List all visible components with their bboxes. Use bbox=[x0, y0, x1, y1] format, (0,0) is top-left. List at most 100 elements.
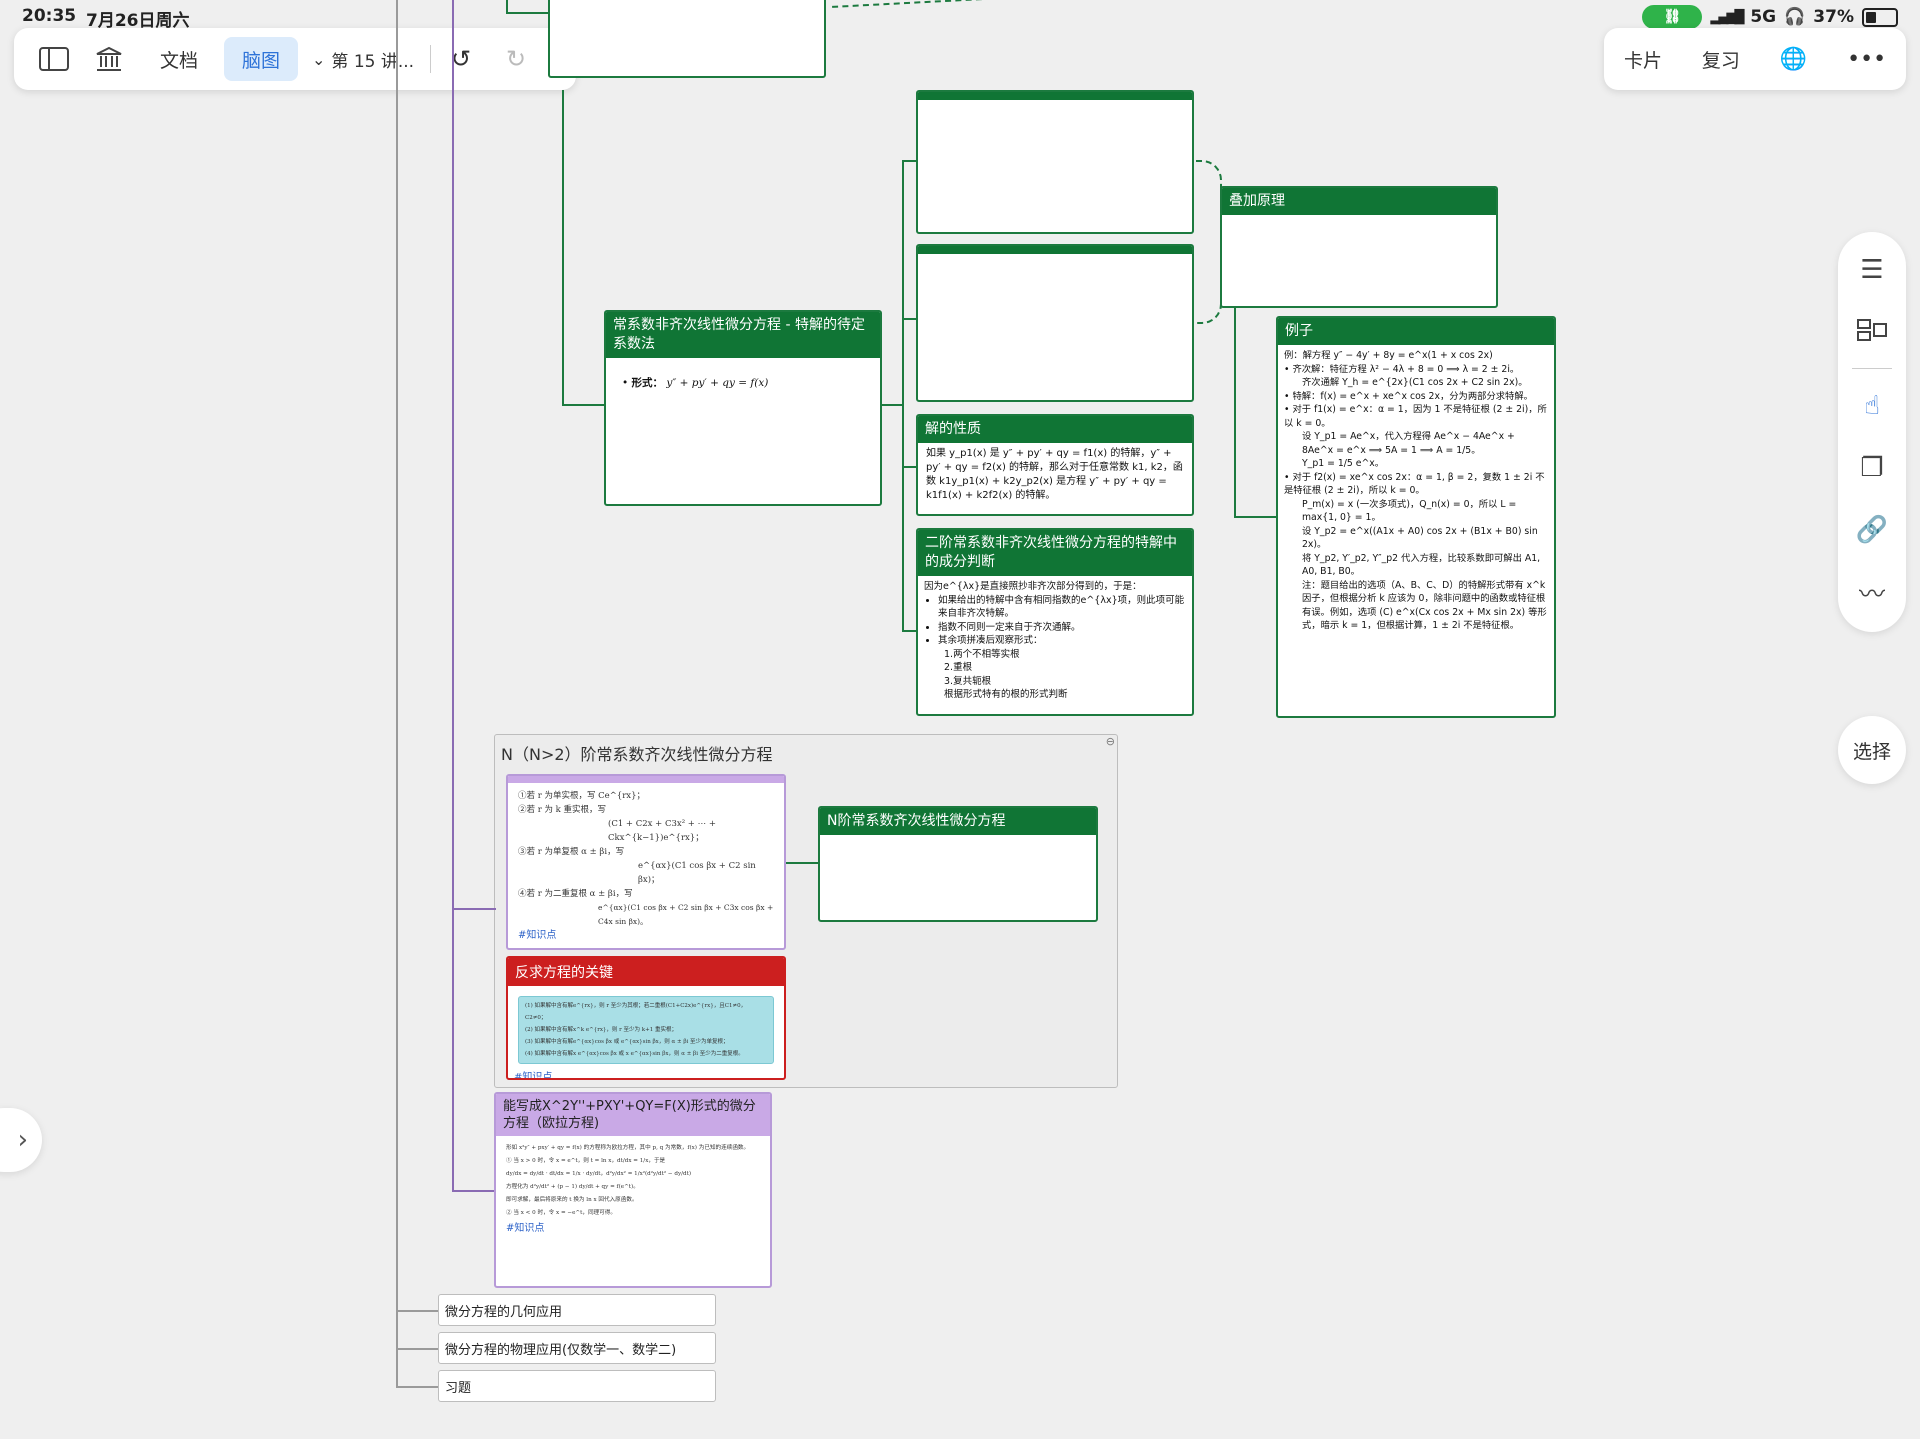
sidebar-toggle-icon[interactable] bbox=[24, 37, 84, 81]
form-label: 形式： bbox=[631, 377, 664, 389]
node-header bbox=[918, 92, 1192, 100]
example-line: 设 Y_p2 = e^x((A1x + A0) cos 2x + (B1x + … bbox=[1302, 525, 1538, 551]
list-item: 如果给出的特解中含有相同指数的e^{λx}项，则此项可能来自非齐次特解。 bbox=[938, 594, 1186, 621]
scan-line: (C1 + C2x + C3x² + ⋯ + Ckx^{k−1})e^{rx}； bbox=[608, 819, 716, 843]
pen-icon[interactable]: 〰 bbox=[1838, 572, 1906, 612]
node-title: 叠加原理 bbox=[1222, 188, 1496, 215]
pointer-hand-icon[interactable]: ☝ bbox=[1838, 386, 1906, 426]
empty-node[interactable] bbox=[916, 90, 1194, 234]
dashed-connector bbox=[1196, 160, 1222, 324]
scan-line: (2) 如果解中含有解x^k e^{rx}，则 r 至少为 k+1 重实根； bbox=[525, 1027, 677, 1033]
web-help-icon[interactable]: 🌐 bbox=[1780, 37, 1807, 81]
battery-icon bbox=[1862, 7, 1898, 27]
undo-icon[interactable]: ↺ bbox=[431, 37, 491, 81]
main-toolbar: 文档 脑图 ⌄ 第 15 讲... ↺ ↻ bbox=[14, 28, 576, 90]
nonhomog-node[interactable]: 常系数非齐次线性微分方程 - 特解的待定系数法 • 形式： y″ + py′ +… bbox=[604, 310, 882, 506]
leaf-node-geometry[interactable]: 微分方程的几何应用 bbox=[438, 1294, 716, 1326]
group-title: N（N>2）阶常系数齐次线性微分方程 bbox=[501, 745, 773, 764]
top-partial-node[interactable] bbox=[548, 0, 826, 78]
leaf-node-physics[interactable]: 微分方程的物理应用(仅数学一、数学二) bbox=[438, 1332, 716, 1364]
scan-line: 方程化为 d²y/dt² + (p − 1) dy/dt + qy = f(e^… bbox=[506, 1184, 639, 1190]
scan-line: dy/dx = dy/dt · dt/dx = 1/x · dy/dt，d²y/… bbox=[506, 1171, 691, 1177]
right-toolbar: 卡片 复习 🌐 ••• bbox=[1604, 28, 1906, 90]
connector bbox=[396, 1310, 438, 1312]
example-node[interactable]: 例子 例：解方程 y″ − 4y′ + 8y = e^x(1 + x cos 2… bbox=[1276, 316, 1556, 718]
link-icon[interactable]: 🔗 bbox=[1838, 510, 1906, 550]
leaf-node-exercises[interactable]: 习题 bbox=[438, 1370, 716, 1402]
empty-node[interactable] bbox=[916, 244, 1194, 402]
list-item: 其余项拼凑后观察形式： bbox=[938, 634, 1186, 648]
solution-props-node[interactable]: 解的性质 如果 y_p1(x) 是 y″ + py′ + qy = f1(x) … bbox=[916, 414, 1194, 516]
connector bbox=[452, 1190, 496, 1192]
node-text: 如果 y_p1(x) 是 y″ + py′ + qy = f1(x) 的特解，y… bbox=[926, 448, 1183, 501]
reverse-equation-node[interactable]: 反求方程的关键 (1) 如果解中含有解e^{rx}，则 r 至少为其根；若二重根… bbox=[506, 956, 786, 1080]
example-line: • 齐次解：特征方程 λ² − 4λ + 8 = 0 ⟹ λ = 2 ± 2i。 bbox=[1284, 363, 1520, 375]
n-order-node[interactable]: N阶常系数齐次线性微分方程 bbox=[818, 806, 1098, 922]
outline-list-icon[interactable]: ☰ bbox=[1838, 250, 1906, 290]
connector bbox=[452, 0, 454, 1192]
title-dropdown[interactable]: ⌄ 第 15 讲... bbox=[312, 37, 414, 81]
form-equation: y″ + py′ + qy = f(x) bbox=[666, 377, 769, 389]
superposition-node[interactable]: 叠加原理 bbox=[1220, 186, 1498, 308]
euler-equation-node[interactable]: 能写成X^2Y''+PXY'+QY=F(X)形式的微分方程（欧拉方程) 形如 x… bbox=[494, 1092, 772, 1288]
connector bbox=[396, 0, 398, 1388]
scan-line: ③若 r 为单复根 α ± βi，写 bbox=[518, 847, 625, 857]
list-item: 指数不同则一定来自于齐次通解。 bbox=[938, 621, 1186, 635]
status-right: ⛓ ▂▄▆█ 5G 🎧 37% bbox=[1642, 5, 1898, 29]
signal-icon: ▂▄▆█ bbox=[1710, 9, 1744, 25]
knowledge-tag[interactable]: #知识点 bbox=[514, 1068, 784, 1078]
connector bbox=[902, 466, 916, 468]
node-header bbox=[918, 246, 1192, 254]
connector bbox=[396, 1348, 438, 1350]
example-line: 设 Y_p1 = Ae^x，代入方程得 Ae^x − 4Ae^x + 8Ae^x… bbox=[1302, 431, 1515, 456]
layout-icon[interactable] bbox=[1838, 310, 1906, 350]
scan-line: ②若 r 为 k 重实根，写 bbox=[518, 805, 607, 815]
tab-doc[interactable]: 文档 bbox=[134, 37, 224, 81]
scan-line: (4) 如果解中含有解x e^{αx}cos βx 或 x e^{αx}sin … bbox=[525, 1051, 744, 1057]
review-button[interactable]: 复习 bbox=[1702, 37, 1740, 81]
more-icon[interactable]: ••• bbox=[1847, 37, 1886, 81]
connector bbox=[452, 908, 496, 910]
connector bbox=[786, 862, 820, 864]
node-title: 常系数非齐次线性微分方程 - 特解的待定系数法 bbox=[606, 312, 880, 358]
collapse-icon[interactable]: ⊖ bbox=[1106, 735, 1115, 748]
connector bbox=[1234, 516, 1276, 518]
bullet-icon: • bbox=[622, 377, 629, 389]
roots-card[interactable]: ①若 r 为单实根，写 Ce^{rx}； ②若 r 为 k 重实根，写 (C1 … bbox=[506, 774, 786, 950]
node-title: 解的性质 bbox=[918, 416, 1192, 443]
scan-line: ① 当 x > 0 时，令 x = e^t，则 t = ln x，dt/dx =… bbox=[506, 1158, 666, 1164]
example-line: Y_p1 = 1/5 e^x。 bbox=[1302, 458, 1385, 469]
example-line: • 对于 f1(x) = e^x：α = 1，因为 1 不是特征根 (2 ± 2… bbox=[1284, 404, 1547, 429]
scan-line: ①若 r 为单实根，写 Ce^{rx}； bbox=[518, 791, 645, 801]
redo-icon[interactable]: ↻ bbox=[491, 37, 541, 81]
connector bbox=[902, 318, 916, 320]
formula-image: (1) 如果解中含有解e^{rx}，则 r 至少为其根；若二重根(C1+C2x)… bbox=[518, 996, 774, 1064]
card-button[interactable]: 卡片 bbox=[1624, 37, 1662, 81]
component-judge-node[interactable]: 二阶常系数非齐次线性微分方程的特解中的成分判断 因为e^{λx}是直接照抄非齐次… bbox=[916, 528, 1194, 716]
knowledge-tag[interactable]: #知识点 bbox=[506, 1222, 760, 1235]
scan-line: (3) 如果解中含有解e^{αx}cos βx 或 e^{αx}sin βx，则… bbox=[525, 1039, 729, 1045]
battery-label: 37% bbox=[1813, 7, 1854, 27]
list-item: 3.复共轭根 bbox=[944, 675, 992, 687]
copy-icon[interactable]: ❐ bbox=[1838, 448, 1906, 488]
expand-panel-button[interactable]: › bbox=[0, 1108, 42, 1172]
example-line: 将 Y_p2, Y′_p2, Y″_p2 代入方程，比较系数即可解出 A1, A… bbox=[1302, 552, 1541, 578]
scan-line: (1) 如果解中含有解e^{rx}，则 r 至少为其根；若二重根(C1+C2x)… bbox=[525, 1003, 747, 1021]
connector bbox=[1234, 308, 1236, 518]
select-button[interactable]: 选择 bbox=[1838, 716, 1906, 784]
node-title: 例子 bbox=[1278, 318, 1554, 345]
node-text: 因为e^{λx}是直接照抄非齐次部分得到的，于是： bbox=[924, 581, 1142, 592]
connector bbox=[562, 404, 606, 406]
knowledge-tag[interactable]: #知识点 bbox=[518, 929, 774, 943]
library-icon[interactable] bbox=[84, 37, 134, 81]
node-title: 反求方程的关键 bbox=[508, 958, 784, 986]
network-label: 5G bbox=[1750, 7, 1777, 27]
chevron-down-icon: ⌄ bbox=[312, 49, 326, 69]
scan-line: 形如 x²y″ + pxy′ + qy = f(x) 的方程称为欧拉方程，其中 … bbox=[506, 1145, 750, 1151]
connector bbox=[396, 1386, 438, 1388]
tab-mindmap[interactable]: 脑图 bbox=[224, 37, 299, 81]
connector bbox=[562, 90, 564, 406]
connector bbox=[506, 12, 548, 14]
chevron-right-icon: › bbox=[17, 1125, 28, 1155]
example-line: 例：解方程 y″ − 4y′ + 8y = e^x(1 + x cos 2x) bbox=[1284, 350, 1493, 361]
